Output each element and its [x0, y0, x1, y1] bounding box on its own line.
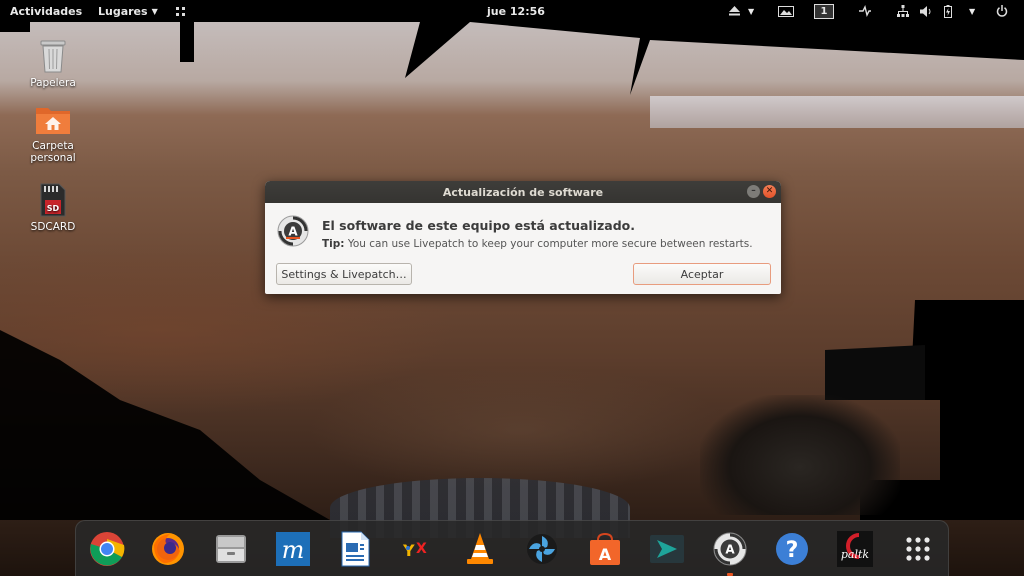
- trash-icon: [35, 38, 71, 74]
- svg-text:A: A: [288, 225, 298, 239]
- dialog-heading: El software de este equipo está actualiz…: [322, 218, 635, 233]
- libreoffice-writer-icon: [341, 531, 370, 567]
- svg-text:Y: Y: [402, 541, 415, 560]
- desktop-icon-sdcard[interactable]: SD SDCARD: [20, 182, 86, 233]
- volume-icon[interactable]: [920, 0, 933, 22]
- desktop-icon-home-folder[interactable]: Carpeta personal: [20, 101, 86, 164]
- show-apps-icon: [906, 537, 930, 561]
- dock-app-m[interactable]: m: [274, 530, 312, 568]
- dock-show-apps-button[interactable]: [899, 530, 937, 568]
- dock-app-shutter[interactable]: [523, 530, 561, 568]
- screenshot-icon[interactable]: [778, 0, 794, 22]
- power-icon[interactable]: [996, 0, 1008, 22]
- accept-button[interactable]: Aceptar: [633, 263, 771, 285]
- vlc-icon: [467, 533, 493, 564]
- svg-text:A: A: [725, 543, 735, 557]
- shutter-icon: [527, 534, 557, 564]
- settings-livepatch-button[interactable]: Settings & Livepatch…: [276, 263, 412, 285]
- dock-app-terminal-arrow[interactable]: [648, 530, 686, 568]
- system-menu-chevron-icon[interactable]: ▼: [969, 0, 975, 22]
- minimize-button[interactable]: –: [747, 185, 760, 198]
- desktop-icon-label: Carpeta personal: [30, 140, 76, 164]
- software-update-dialog: Actualización de software – ✕ A El softw…: [265, 181, 781, 294]
- dock-app-vlc[interactable]: [461, 530, 499, 568]
- eject-icon[interactable]: [729, 0, 740, 22]
- close-button[interactable]: ✕: [763, 185, 776, 198]
- top-bar: Actividades Lugares ▼ jue 12:56 ▼ 1 ▼: [0, 0, 1024, 22]
- clock[interactable]: jue 12:56: [487, 0, 545, 22]
- terminal-arrow-icon: [650, 535, 684, 563]
- dock-app-software-updater[interactable]: A: [711, 530, 749, 576]
- dock-app-paltalk[interactable]: paltk: [836, 530, 874, 568]
- home-folder-icon: [35, 101, 71, 137]
- dialog-tip: Tip: You can use Livepatch to keep your …: [322, 238, 753, 250]
- svg-text:SD: SD: [47, 204, 60, 213]
- dock-app-writer[interactable]: [336, 530, 374, 568]
- firefox-icon: [152, 533, 184, 565]
- minimize-icon: –: [751, 186, 756, 196]
- svg-text:X: X: [416, 541, 427, 557]
- svg-text:?: ?: [786, 538, 799, 563]
- wallpaper-rover-arm: [700, 395, 900, 515]
- dialog-title: Actualización de software: [442, 185, 604, 199]
- dock-app-software-center[interactable]: A: [586, 530, 624, 568]
- dialog-titlebar[interactable]: Actualización de software – ✕: [265, 181, 781, 203]
- desktop-icon-label: SDCARD: [30, 221, 76, 233]
- dock-app-firefox[interactable]: [149, 530, 187, 568]
- desktop-icon-label: Papelera: [30, 77, 76, 89]
- tip-text: You can use Livepatch to keep your compu…: [344, 238, 753, 250]
- sd-card-icon: SD: [35, 182, 71, 218]
- eject-dropdown-icon[interactable]: ▼: [748, 0, 754, 22]
- chevron-down-icon: ▼: [151, 6, 158, 16]
- network-icon[interactable]: [897, 0, 909, 22]
- svg-text:A: A: [599, 545, 612, 564]
- dock-app-files[interactable]: [212, 530, 250, 568]
- workspace-indicator[interactable]: 1: [814, 0, 834, 22]
- yx-app-icon: Y X: [402, 541, 427, 560]
- files-icon: [216, 535, 246, 563]
- svg-text:m: m: [282, 536, 305, 564]
- places-label: Lugares: [98, 4, 148, 18]
- workspace-number: 1: [814, 3, 834, 19]
- connection-icon[interactable]: [858, 0, 872, 22]
- dock-app-help[interactable]: ?: [773, 530, 811, 568]
- tip-label: Tip:: [322, 238, 345, 250]
- desktop-icon-trash[interactable]: Papelera: [20, 38, 86, 89]
- chrome-icon: [90, 532, 125, 566]
- dock-app-chrome[interactable]: [88, 530, 126, 568]
- close-icon: ✕: [765, 186, 774, 196]
- paltalk-icon: paltk: [837, 531, 873, 567]
- software-updater-icon: A: [277, 215, 309, 247]
- dialog-body: A El software de este equipo está actual…: [265, 203, 781, 294]
- dock-app-yx[interactable]: Y X: [398, 530, 436, 568]
- app-grid-icon[interactable]: [176, 0, 185, 22]
- activities-button[interactable]: Actividades: [10, 0, 82, 22]
- m-app-icon: m: [276, 532, 310, 566]
- battery-icon[interactable]: [944, 0, 952, 22]
- software-center-icon: A: [590, 532, 620, 565]
- help-icon: ?: [776, 533, 808, 565]
- places-menu[interactable]: Lugares ▼: [98, 0, 158, 22]
- software-updater-icon: A: [713, 532, 747, 566]
- dock: m Y X A A ? paltk: [75, 520, 949, 576]
- svg-text:paltk: paltk: [841, 548, 870, 561]
